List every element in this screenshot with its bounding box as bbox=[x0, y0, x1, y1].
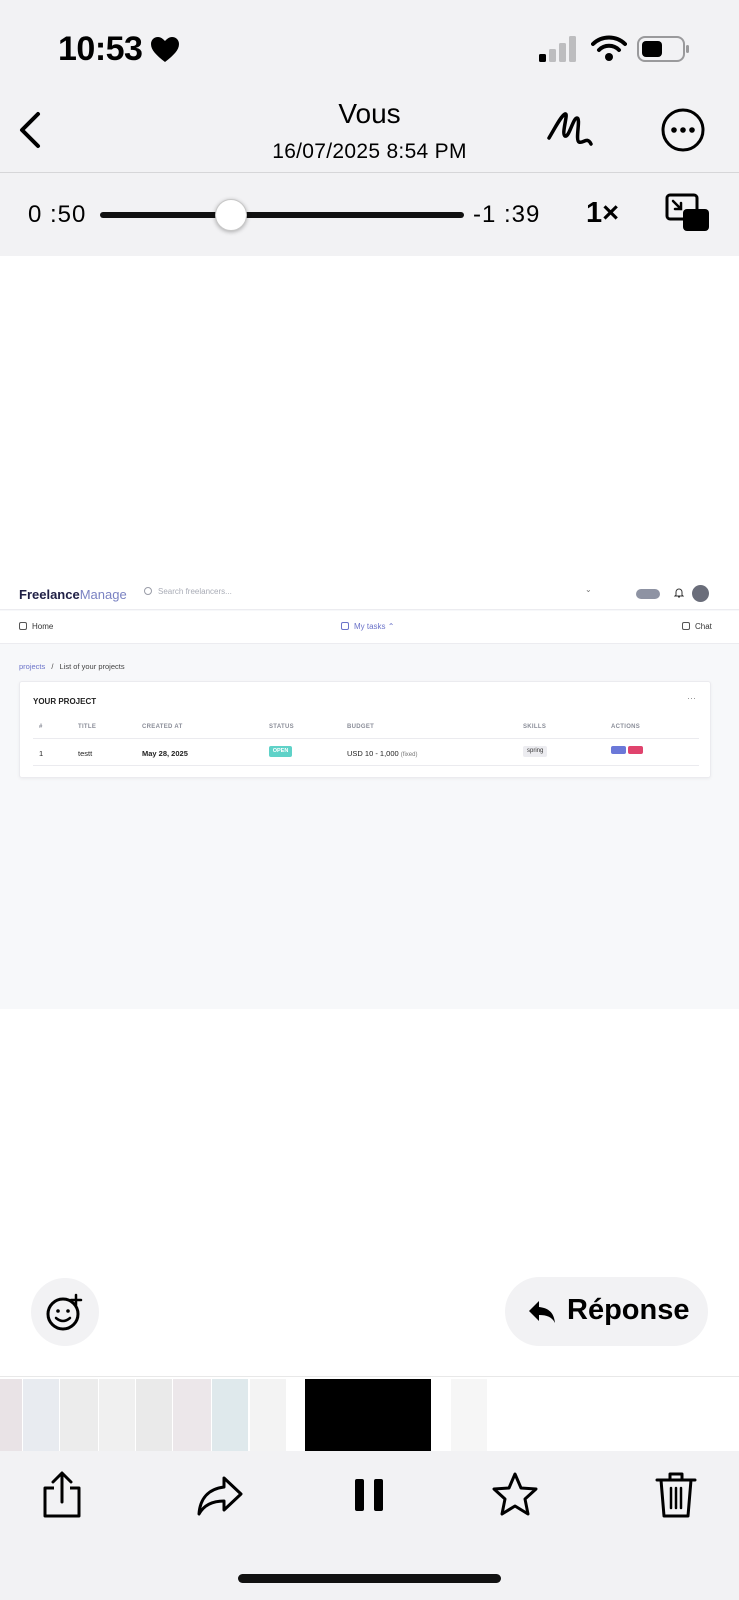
star-icon[interactable] bbox=[491, 1470, 539, 1520]
media-thumbnail[interactable] bbox=[250, 1379, 286, 1451]
divider bbox=[33, 765, 699, 766]
card-title: YOUR PROJECT bbox=[33, 697, 97, 706]
skill-tag: spring bbox=[523, 746, 548, 757]
media-thumbnail[interactable] bbox=[212, 1379, 248, 1451]
media-thumbnail[interactable] bbox=[0, 1379, 22, 1451]
chat-icon bbox=[682, 622, 690, 630]
search-input: Search freelancers... bbox=[144, 587, 232, 596]
nav-chat: Chat bbox=[682, 622, 712, 631]
markup-pen-icon[interactable] bbox=[545, 106, 595, 152]
media-filmstrip[interactable] bbox=[0, 1376, 739, 1451]
heart-icon bbox=[151, 37, 179, 62]
tasks-icon bbox=[341, 622, 349, 630]
column-header: # bbox=[39, 724, 43, 730]
media-thumbnail[interactable] bbox=[173, 1379, 211, 1451]
theme-toggle bbox=[636, 589, 660, 599]
nav-home: Home bbox=[19, 622, 53, 631]
breadcrumb: projects / List of your projects bbox=[19, 662, 125, 671]
status-badge: OPEN bbox=[269, 746, 292, 757]
share-icon[interactable] bbox=[38, 1470, 86, 1520]
media-thumbnail[interactable] bbox=[99, 1379, 135, 1451]
column-header: SKILLS bbox=[523, 724, 547, 730]
card-more-icon: ··· bbox=[687, 693, 696, 703]
message-timestamp: 16/07/2025 8:54 PM bbox=[272, 140, 467, 163]
row-title: testt bbox=[78, 749, 93, 758]
column-header: ACTIONS bbox=[611, 724, 641, 730]
home-icon bbox=[19, 622, 27, 630]
app-topbar: FreelanceManage Search freelancers... ⌄ bbox=[0, 575, 739, 610]
nav-my-tasks: My tasks ⌃ bbox=[341, 622, 394, 631]
app-logo: FreelanceManage bbox=[19, 587, 127, 602]
column-header: STATUS bbox=[269, 724, 294, 730]
forward-icon[interactable] bbox=[196, 1470, 244, 1520]
remaining-time: -1 :39 bbox=[473, 201, 541, 228]
pause-icon[interactable] bbox=[345, 1470, 393, 1520]
divider bbox=[33, 738, 699, 739]
column-header: TITLE bbox=[78, 724, 97, 730]
column-header: CREATED AT bbox=[142, 724, 183, 730]
search-icon bbox=[144, 587, 152, 595]
battery-icon bbox=[637, 36, 689, 62]
media-thumbnail-current[interactable] bbox=[305, 1379, 431, 1451]
viewer-header: Vous 16/07/2025 8:54 PM bbox=[0, 90, 739, 173]
reply-label: Réponse bbox=[567, 1294, 690, 1326]
playback-speed-button[interactable]: 1× bbox=[586, 197, 619, 230]
add-reaction-button[interactable] bbox=[31, 1278, 99, 1346]
bottom-toolbar bbox=[0, 1451, 739, 1600]
row-index: 1 bbox=[39, 749, 44, 758]
status-bar: 10:53 bbox=[0, 0, 739, 90]
wifi-icon bbox=[591, 35, 627, 61]
bell-icon bbox=[674, 588, 684, 598]
home-indicator[interactable] bbox=[238, 1574, 501, 1583]
status-time: 10:53 bbox=[58, 30, 143, 68]
trash-icon[interactable] bbox=[652, 1470, 700, 1520]
row-created-at: May 28, 2025 bbox=[142, 749, 188, 758]
scrubber-thumb[interactable] bbox=[215, 199, 248, 231]
video-frame[interactable]: FreelanceManage Search freelancers... ⌄ … bbox=[0, 575, 739, 1009]
avatar bbox=[692, 585, 709, 602]
row-budget: USD 10 - 1,000 (fixed) bbox=[347, 749, 418, 758]
column-header: BUDGET bbox=[347, 724, 375, 730]
media-viewer-screen: 10:53 Vous 16/07/2025 8:54 PM 0:50 -1:… bbox=[0, 0, 739, 1600]
delete-action-button bbox=[628, 746, 643, 754]
sender-title: Vous bbox=[338, 98, 401, 129]
media-thumbnail[interactable] bbox=[23, 1379, 59, 1451]
reply-arrow-icon bbox=[529, 1301, 555, 1323]
media-thumbnail[interactable] bbox=[136, 1379, 172, 1451]
scrubber-track[interactable] bbox=[100, 212, 464, 218]
video-scrubber-bar: 0 :50 -1 :39 1× bbox=[0, 173, 739, 256]
chevron-down-icon: ⌄ bbox=[585, 585, 592, 594]
ellipsis-circle-icon[interactable] bbox=[661, 108, 705, 152]
reply-button[interactable]: Réponse bbox=[505, 1277, 708, 1346]
picture-in-picture-icon[interactable] bbox=[665, 193, 711, 233]
media-thumbnail[interactable] bbox=[60, 1379, 98, 1451]
projects-card: YOUR PROJECT ··· # TITLE CREATED AT STAT… bbox=[19, 681, 711, 778]
elapsed-time: 0 :50 bbox=[28, 201, 87, 228]
cellular-signal-icon bbox=[539, 36, 576, 62]
media-thumbnail[interactable] bbox=[451, 1379, 487, 1451]
edit-action-button bbox=[611, 746, 626, 754]
app-nav: Home My tasks ⌃ Chat bbox=[0, 611, 739, 644]
emoji-add-icon bbox=[46, 1293, 83, 1331]
